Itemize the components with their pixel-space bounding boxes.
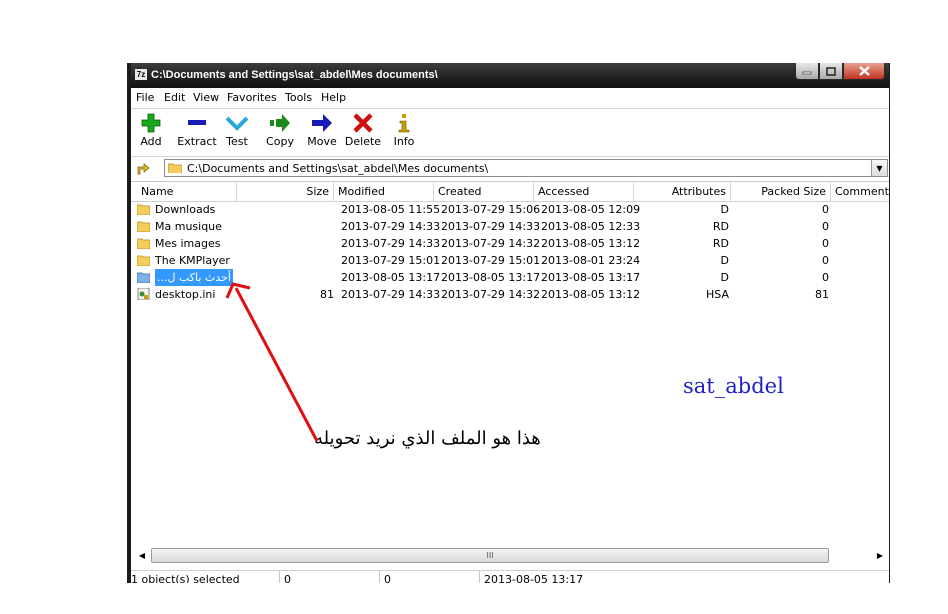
annotation-arrow-icon — [225, 282, 319, 442]
